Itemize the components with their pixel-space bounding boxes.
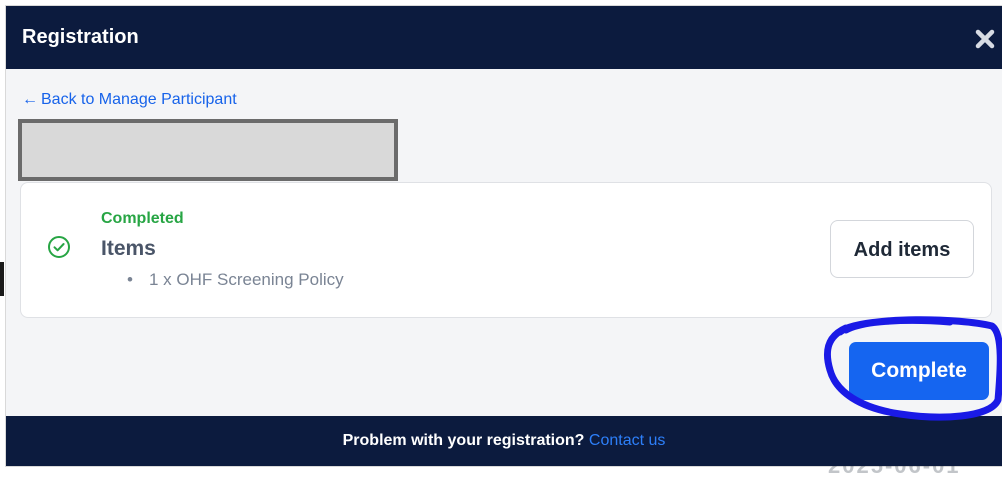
bullet: • [127, 270, 133, 289]
complete-button[interactable]: Complete [849, 342, 989, 400]
add-items-button[interactable]: Add items [830, 220, 974, 278]
items-list: • 1 x OHF Screening Policy [127, 269, 344, 291]
modal-title: Registration [22, 26, 139, 48]
status-completed-label: Completed [101, 210, 184, 227]
items-card: Completed Items • 1 x OHF Screening Poli… [20, 182, 992, 318]
check-circle-icon [48, 236, 70, 258]
list-item: • 1 x OHF Screening Policy [127, 269, 344, 291]
contact-us-link[interactable]: Contact us [589, 432, 665, 449]
footer-text: Problem with your registration? [342, 432, 585, 449]
modal-footer: Problem with your registration? Contact … [6, 416, 1002, 466]
arrow-left-icon: ← [22, 91, 38, 108]
back-to-manage-participant-link[interactable]: ← Back to Manage Participant [22, 90, 237, 110]
modal-header: Registration [6, 6, 1002, 69]
back-link-label: Back to Manage Participant [41, 91, 237, 108]
items-title: Items [101, 237, 156, 260]
registration-modal: Registration ← Back to Manage Participant… [6, 6, 1002, 466]
close-icon [975, 29, 995, 49]
backdrop-edge [0, 262, 4, 296]
close-button[interactable] [974, 28, 996, 50]
list-item-label: 1 x OHF Screening Policy [149, 270, 344, 289]
redacted-participant-name [18, 119, 398, 181]
